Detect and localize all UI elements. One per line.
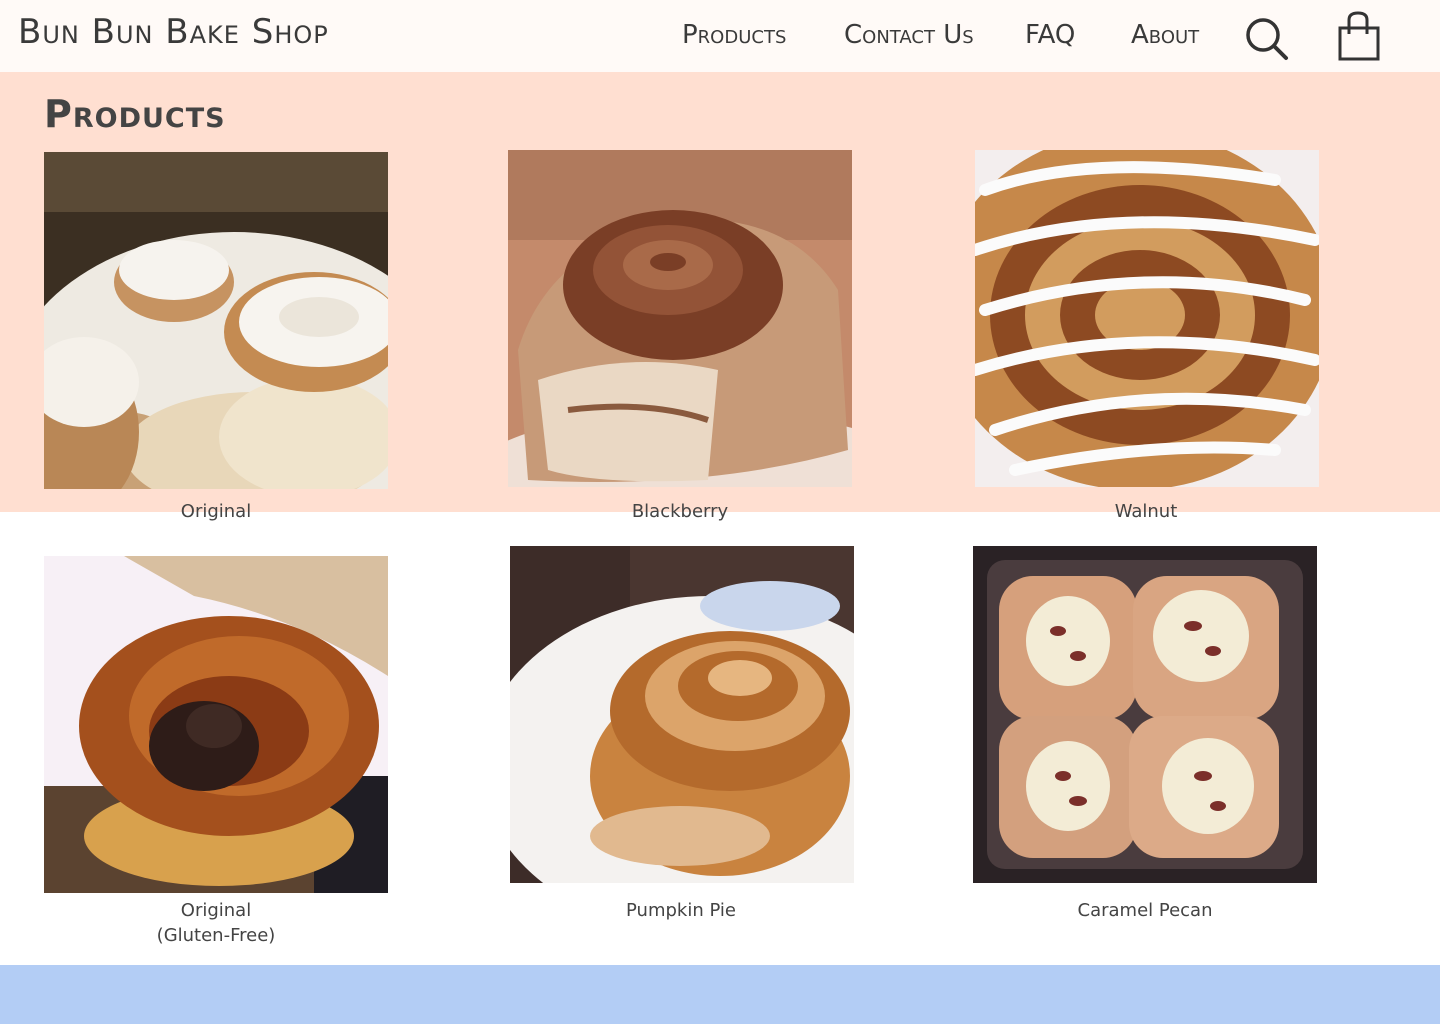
nav-products[interactable]: Products [682, 20, 786, 50]
nav-faq[interactable]: FAQ [1025, 20, 1075, 50]
product-name-caramel-pecan: Caramel Pecan [1077, 900, 1213, 921]
product-image-caramel-pecan[interactable] [973, 546, 1317, 883]
product-name-original: Original [180, 501, 252, 522]
product-name-line-2: (Gluten-Free) [156, 925, 276, 946]
product-image-pumpkin-pie[interactable] [510, 546, 854, 883]
page-title: Products [44, 92, 226, 136]
shopping-bag-icon[interactable] [1336, 10, 1382, 62]
nav-about[interactable]: About [1131, 20, 1199, 50]
product-image-walnut[interactable] [975, 150, 1319, 487]
product-image-blackberry[interactable] [508, 150, 852, 487]
product-name-line-1: Original [180, 900, 252, 921]
product-name-blackberry: Blackberry [631, 501, 729, 522]
product-image-original[interactable] [44, 152, 388, 489]
brand-logo[interactable]: Bun Bun Bake Shop [18, 12, 329, 52]
product-name-walnut: Walnut [1114, 501, 1178, 522]
search-icon[interactable] [1244, 16, 1290, 62]
site-footer [0, 965, 1440, 1024]
product-image-original-gluten-free[interactable] [44, 556, 388, 893]
nav-contact-us[interactable]: Contact Us [844, 20, 974, 50]
product-name-pumpkin-pie: Pumpkin Pie [626, 900, 736, 921]
product-name-original-gluten-free: Original (Gluten-Free) [44, 898, 388, 948]
site-header: Bun Bun Bake Shop Products Contact Us FA… [0, 0, 1440, 72]
